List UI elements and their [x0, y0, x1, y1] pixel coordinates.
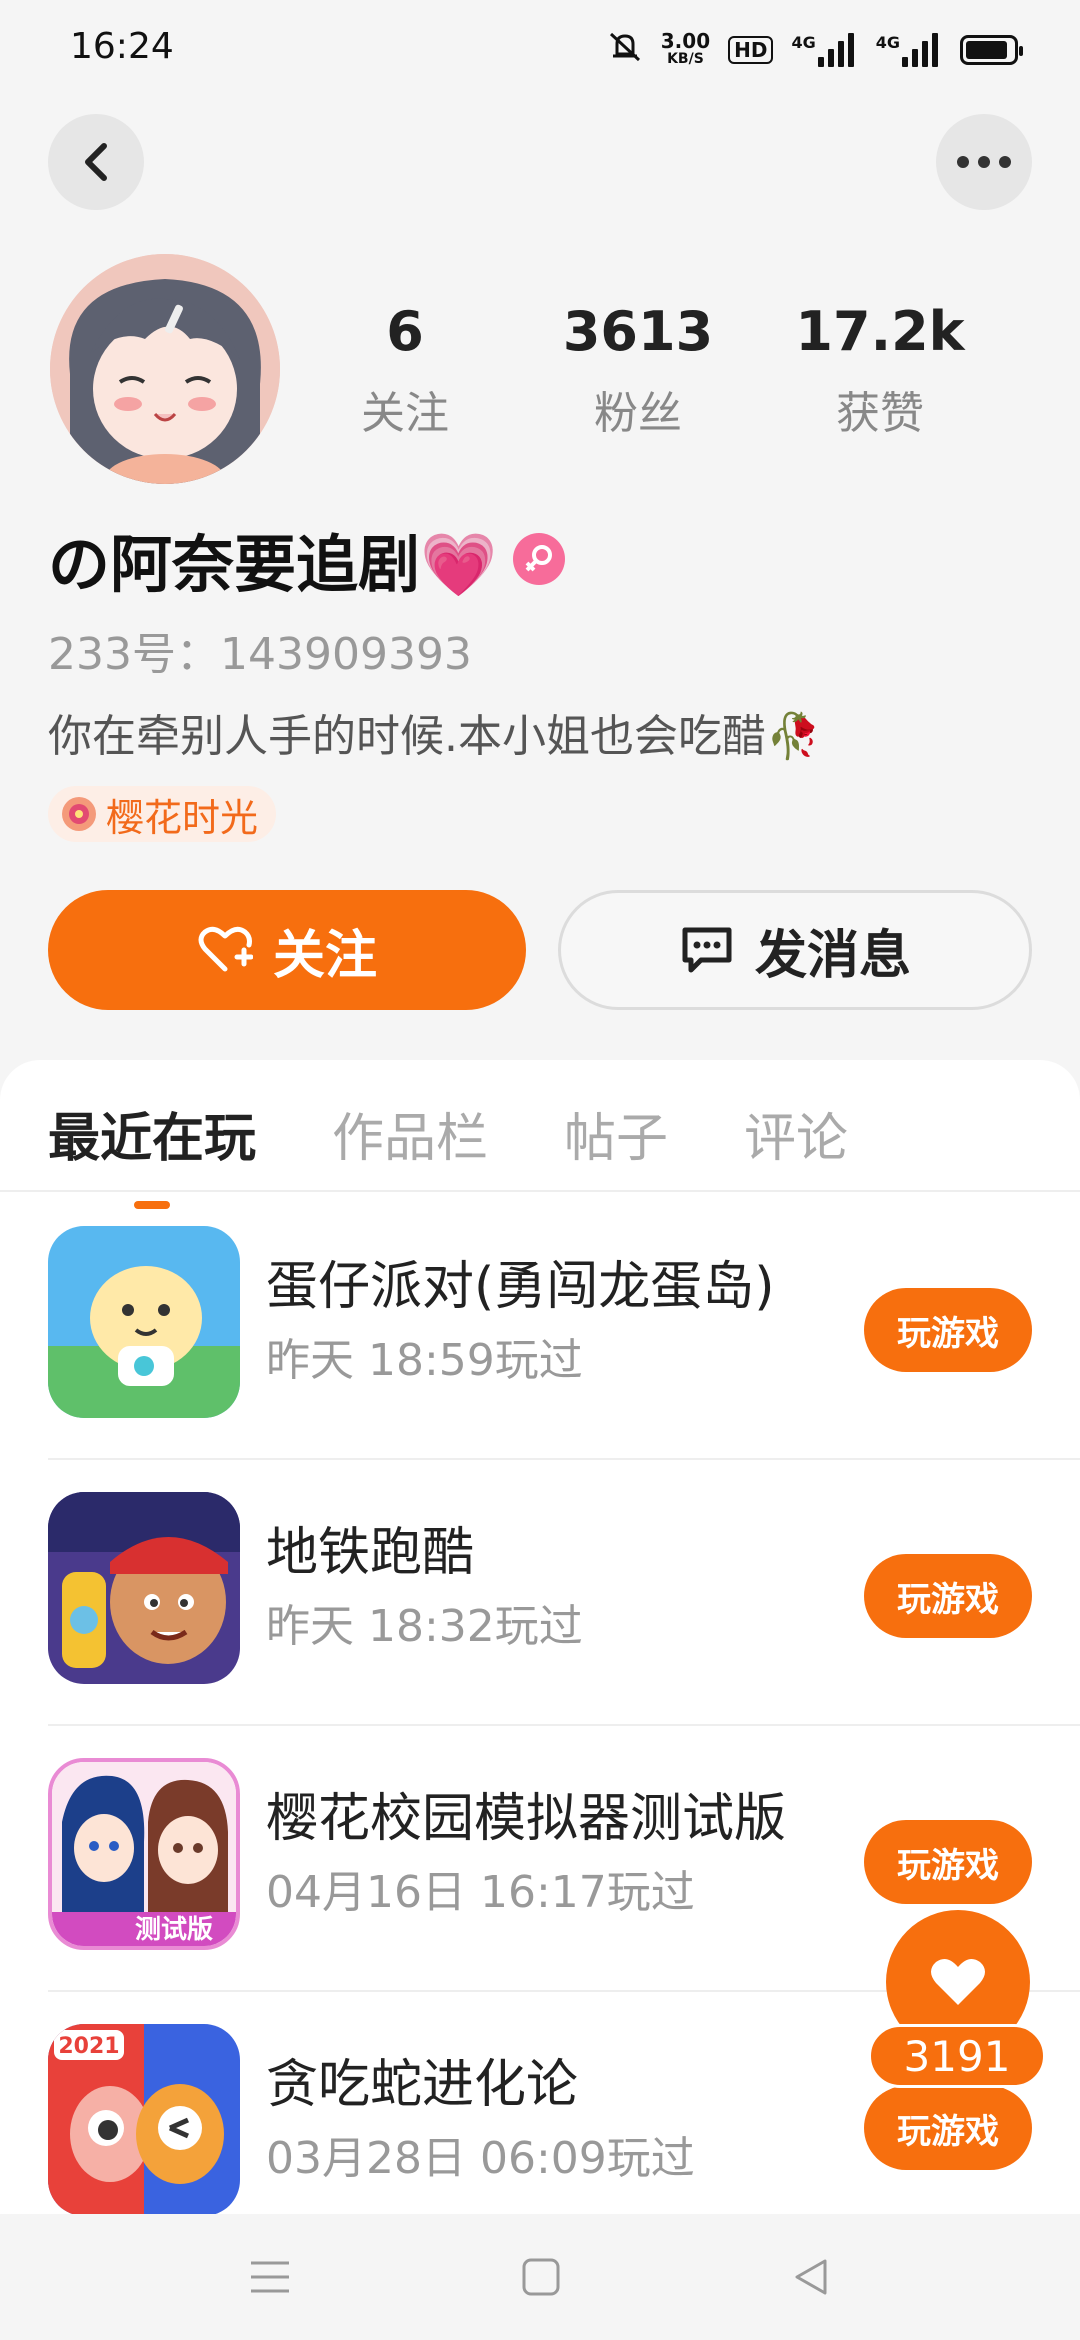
net-speed-value: 3.00	[660, 29, 711, 53]
profile-name-row: の阿奈要追剧💗	[48, 514, 566, 604]
network-type-label: 4G	[791, 33, 816, 52]
tab-bar: 最近在玩 作品栏 帖子 评论	[48, 1096, 848, 1171]
heart-plus-icon	[198, 926, 253, 972]
game-icon-eggy-party	[48, 1226, 240, 1418]
game-row[interactable]: 蛋仔派对(勇闯龙蛋岛) 昨天 18:59玩过 玩游戏	[48, 1194, 1080, 1460]
tab-divider	[0, 1190, 1080, 1192]
bio: 你在牵别人手的时候.本小姐也会吃醋🥀	[48, 711, 821, 762]
game-name: 贪吃蛇进化论	[266, 2055, 579, 2115]
game-icon-sakura-school: 测试版	[48, 1758, 240, 1950]
heart-icon	[931, 1958, 985, 2005]
game-icon-subway-surfers	[48, 1492, 240, 1684]
menu-icon[interactable]	[249, 2257, 291, 2297]
clock: 16:24	[70, 26, 174, 67]
game-icon-snake-evolution: 2021	[48, 2024, 240, 2216]
hd-icon: HD	[728, 36, 774, 64]
stat-fans-label: 粉丝	[594, 388, 682, 439]
game-name: 蛋仔派对(勇闯龙蛋岛)	[266, 1257, 775, 1317]
signal-icon-2: 4G	[876, 33, 942, 67]
stat-following[interactable]: 6 关注	[330, 300, 480, 441]
battery-level	[966, 41, 1008, 59]
game-played-time: 昨天 18:59玩过	[266, 1335, 583, 1386]
profile-stats: 6 关注 3613 粉丝 17.2k 获赞	[330, 300, 1010, 441]
play-game-button[interactable]: 玩游戏	[864, 1554, 1032, 1638]
tab-recent-games[interactable]: 最近在玩	[48, 1096, 256, 1171]
floating-like-count: 3191	[868, 2024, 1046, 2088]
game-name: 地铁跑酷	[266, 1523, 475, 1583]
stat-fans[interactable]: 3613 粉丝	[538, 300, 738, 441]
test-version-badge: 测试版	[135, 1915, 213, 1945]
tab-posts[interactable]: 帖子	[564, 1096, 668, 1171]
net-speed: 3.00 KB/S	[660, 29, 711, 68]
network-type-label-2: 4G	[875, 33, 900, 52]
follow-button[interactable]: 关注	[48, 890, 526, 1010]
stat-likes[interactable]: 17.2k 获赞	[780, 300, 980, 441]
more-dots-icon	[957, 156, 1011, 168]
stat-fans-value: 3613	[562, 300, 714, 363]
follow-button-label: 关注	[272, 925, 377, 986]
home-square-icon[interactable]	[521, 2257, 561, 2297]
back-triangle-icon[interactable]	[791, 2257, 831, 2297]
back-button[interactable]	[48, 114, 144, 210]
battery-icon	[960, 35, 1023, 65]
play-game-button[interactable]: 玩游戏	[864, 2086, 1032, 2170]
sakura-badge-icon	[62, 797, 96, 831]
stat-likes-label: 获赞	[836, 388, 924, 439]
stat-following-label: 关注	[361, 388, 449, 439]
status-bar: 16:24 3.00 KB/S HD 4G 4G	[0, 0, 1080, 96]
stat-following-value: 6	[386, 300, 424, 363]
user-tag[interactable]: 樱花时光	[48, 786, 277, 842]
user-id: 233号：143909393	[48, 629, 472, 680]
game-played-time: 昨天 18:32玩过	[266, 1601, 583, 1652]
chat-bubble-icon	[682, 927, 732, 973]
year-badge: 2021	[58, 2034, 119, 2059]
female-gender-icon	[513, 533, 566, 585]
mute-bell-icon	[607, 30, 643, 70]
content-card: 最近在玩 作品栏 帖子 评论 蛋仔派对(勇闯龙蛋岛) 昨天 18:59玩过 玩游…	[0, 1060, 1080, 2340]
chevron-left-icon	[85, 143, 107, 181]
user-tag-label: 樱花时光	[106, 795, 259, 840]
message-button[interactable]: 发消息	[558, 890, 1032, 1010]
more-button[interactable]	[936, 114, 1032, 210]
tab-comments[interactable]: 评论	[744, 1096, 848, 1171]
game-played-time: 04月16日 16:17玩过	[266, 1867, 695, 1918]
game-played-time: 03月28日 06:09玩过	[266, 2133, 695, 2184]
game-row[interactable]: 地铁跑酷 昨天 18:32玩过 玩游戏	[48, 1460, 1080, 1726]
anime-girl-avatar-image	[50, 254, 280, 484]
play-game-button[interactable]: 玩游戏	[864, 1288, 1032, 1372]
stat-likes-value: 17.2k	[795, 300, 965, 363]
nickname: の阿奈要追剧💗	[48, 528, 498, 601]
system-nav-bar	[0, 2214, 1080, 2340]
game-name: 樱花校园模拟器测试版	[266, 1789, 787, 1849]
play-game-button[interactable]: 玩游戏	[864, 1820, 1032, 1904]
net-speed-unit: KB/S	[667, 51, 704, 67]
signal-icon: 4G	[791, 33, 857, 67]
tab-works[interactable]: 作品栏	[332, 1096, 488, 1171]
avatar[interactable]	[50, 254, 280, 484]
message-button-label: 发消息	[754, 925, 911, 986]
